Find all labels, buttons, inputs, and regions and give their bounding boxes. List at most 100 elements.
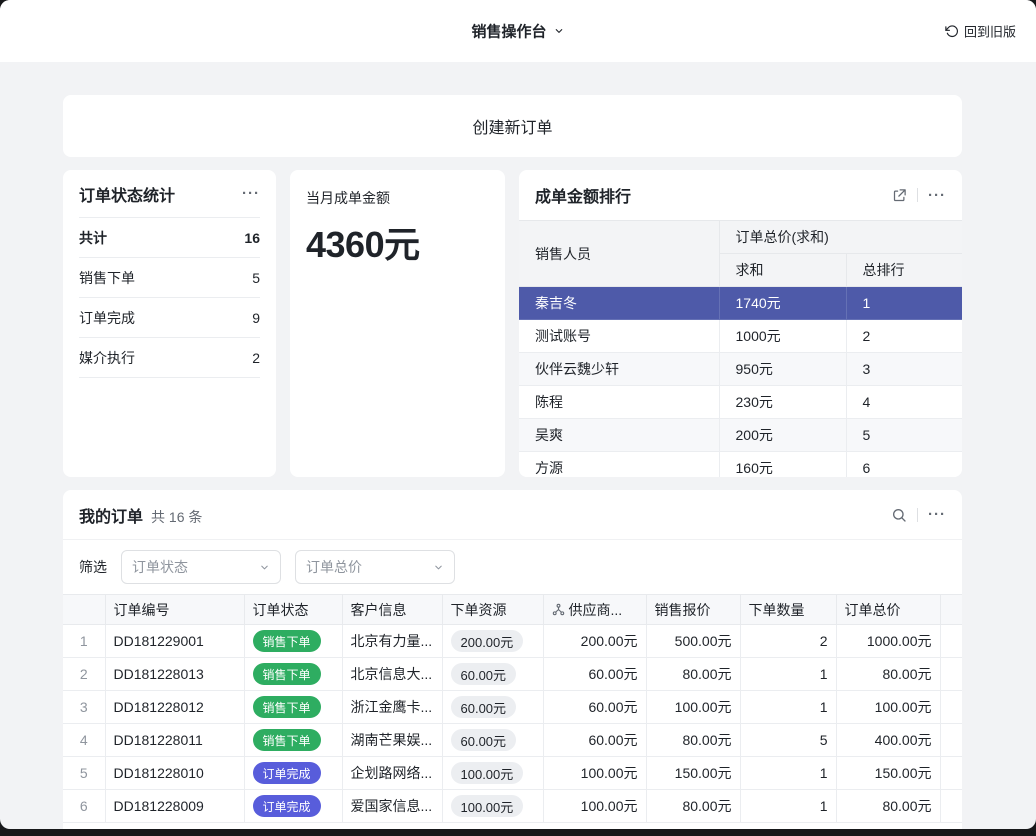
resource-tag: 100.00元 [451, 795, 524, 817]
status-card-title: 订单状态统计 [79, 182, 175, 206]
person-cell: 测试账号 [519, 320, 719, 353]
resource-tag: 100.00元 [451, 762, 524, 784]
person-cell: 伙伴云魏少轩 [519, 353, 719, 386]
status-badge: 销售下单 [253, 663, 321, 685]
col-header-person[interactable]: 销售人员 [519, 221, 719, 287]
status-label: 订单完成 [79, 308, 135, 328]
customer-cell: 北京信息大... [342, 658, 442, 691]
quantity-cell: 1 [740, 757, 836, 790]
chevron-down-icon [259, 562, 270, 573]
col-header-customer[interactable]: 客户信息 [342, 595, 442, 625]
total-cell: 80.00元 [836, 658, 940, 691]
search-icon[interactable] [891, 507, 907, 523]
person-cell: 秦吉冬 [519, 287, 719, 320]
col-header-resource[interactable]: 下单资源 [442, 595, 543, 625]
col-header-supplier[interactable]: 供应商... [543, 595, 646, 625]
total-cell: 1000.00元 [836, 625, 940, 658]
order-total-filter-select[interactable]: 订单总价 [295, 550, 455, 584]
orders-table: 订单编号 订单状态 客户信息 下单资源 供应商... 销售报价 下单数量 订单 [63, 594, 962, 823]
status-row[interactable]: 媒介执行 2 [79, 338, 260, 378]
relation-field-icon [552, 603, 565, 616]
order-row[interactable]: 1 DD181229001 销售下单 北京有力量... 200.00元 200.… [63, 625, 962, 658]
back-to-old-version-label: 回到旧版 [964, 22, 1016, 41]
person-cell: 方源 [519, 452, 719, 478]
status-rows: 共计 16 销售下单 5 订单完成 9 媒介执行 2 [63, 218, 276, 378]
orders-count: 共 16 条 [151, 507, 202, 527]
create-order-button[interactable]: 创建新订单 [63, 95, 962, 157]
quote-cell: 80.00元 [646, 724, 740, 757]
orders-table-header: 订单编号 订单状态 客户信息 下单资源 供应商... 销售报价 下单数量 订单 [63, 595, 962, 625]
more-icon[interactable]: ··· [242, 186, 260, 201]
rank-cell: 2 [846, 320, 962, 353]
ranking-row[interactable]: 测试账号 1000元 2 [519, 320, 962, 353]
ranking-row[interactable]: 方源 160元 6 [519, 452, 962, 478]
orders-title-wrap: 我的订单 共 16 条 [79, 503, 202, 527]
more-icon[interactable]: ··· [928, 188, 946, 203]
export-icon[interactable] [892, 188, 907, 203]
row-index: 1 [63, 625, 105, 658]
ranking-row[interactable]: 陈程 230元 4 [519, 386, 962, 419]
supplier-cell: 200.00元 [543, 625, 646, 658]
order-row[interactable]: 4 DD181228011 销售下单 湖南芒果娱... 60.00元 60.00… [63, 724, 962, 757]
order-no-cell: DD181228010 [105, 757, 244, 790]
col-header-total-group[interactable]: 订单总价(求和) [719, 221, 962, 254]
order-no-cell: DD181228009 [105, 790, 244, 823]
quantity-cell: 1 [740, 691, 836, 724]
supplier-cell: 60.00元 [543, 691, 646, 724]
more-icon[interactable]: ··· [928, 507, 946, 522]
page-title: 销售操作台 [471, 21, 546, 42]
status-row[interactable]: 订单完成 9 [79, 298, 260, 338]
workspace-title-dropdown[interactable]: 销售操作台 [471, 21, 564, 42]
col-header-sum[interactable]: 求和 [719, 254, 846, 287]
status-value: 5 [252, 270, 260, 286]
sum-cell: 230元 [719, 386, 846, 419]
order-no-cell: DD181228011 [105, 724, 244, 757]
customer-cell: 北京有力量... [342, 625, 442, 658]
status-row-total[interactable]: 共计 16 [79, 218, 260, 258]
back-to-old-version-link[interactable]: 回到旧版 [945, 22, 1016, 41]
col-header-quantity[interactable]: 下单数量 [740, 595, 836, 625]
quote-cell: 500.00元 [646, 625, 740, 658]
total-cell: 80.00元 [836, 790, 940, 823]
ranking-row[interactable]: 伙伴云魏少轩 950元 3 [519, 353, 962, 386]
order-row[interactable]: 5 DD181228010 订单完成 企划路网络... 100.00元 100.… [63, 757, 962, 790]
status-cell: 销售下单 [244, 691, 342, 724]
order-status-filter-select[interactable]: 订单状态 [121, 550, 281, 584]
status-badge: 销售下单 [253, 729, 321, 751]
col-header-rank[interactable]: 总排行 [846, 254, 962, 287]
status-card-header: 订单状态统计 ··· [79, 170, 260, 218]
order-row[interactable]: 3 DD181228012 销售下单 浙江金鹰卡... 60.00元 60.00… [63, 691, 962, 724]
resource-cell: 60.00元 [442, 691, 543, 724]
col-header-status[interactable]: 订单状态 [244, 595, 342, 625]
ranking-table: 销售人员 订单总价(求和) 求和 总排行 秦吉冬 1740元 1 [519, 220, 962, 477]
status-value: 9 [252, 310, 260, 326]
status-badge: 订单完成 [253, 762, 321, 784]
orders-card-header: 我的订单 共 16 条 ··· [63, 490, 962, 540]
rank-cell: 4 [846, 386, 962, 419]
order-row[interactable]: 6 DD181228009 订单完成 爱国家信息... 100.00元 100.… [63, 790, 962, 823]
col-header-index [63, 595, 105, 625]
month-amount-label: 当月成单金额 [306, 188, 489, 208]
ranking-row[interactable]: 吴爽 200元 5 [519, 419, 962, 452]
return-icon [945, 24, 959, 38]
quantity-cell: 1 [740, 658, 836, 691]
col-header-order-no[interactable]: 订单编号 [105, 595, 244, 625]
order-row[interactable]: 2 DD181228013 销售下单 北京信息大... 60.00元 60.00… [63, 658, 962, 691]
col-header-total[interactable]: 订单总价 [836, 595, 940, 625]
col-header-quote[interactable]: 销售报价 [646, 595, 740, 625]
sum-cell: 160元 [719, 452, 846, 478]
filter-row: 筛选 订单状态 订单总价 [63, 540, 962, 594]
resource-cell: 60.00元 [442, 658, 543, 691]
quote-cell: 150.00元 [646, 757, 740, 790]
status-cell: 销售下单 [244, 724, 342, 757]
spacer-cell [940, 790, 962, 823]
ranking-row-selected[interactable]: 秦吉冬 1740元 1 [519, 287, 962, 320]
row-index: 3 [63, 691, 105, 724]
status-value: 2 [252, 350, 260, 366]
sum-cell: 1000元 [719, 320, 846, 353]
select-value: 订单状态 [132, 557, 188, 577]
status-row[interactable]: 销售下单 5 [79, 258, 260, 298]
chevron-down-icon [554, 26, 565, 37]
sum-cell: 1740元 [719, 287, 846, 320]
customer-cell: 浙江金鹰卡... [342, 691, 442, 724]
